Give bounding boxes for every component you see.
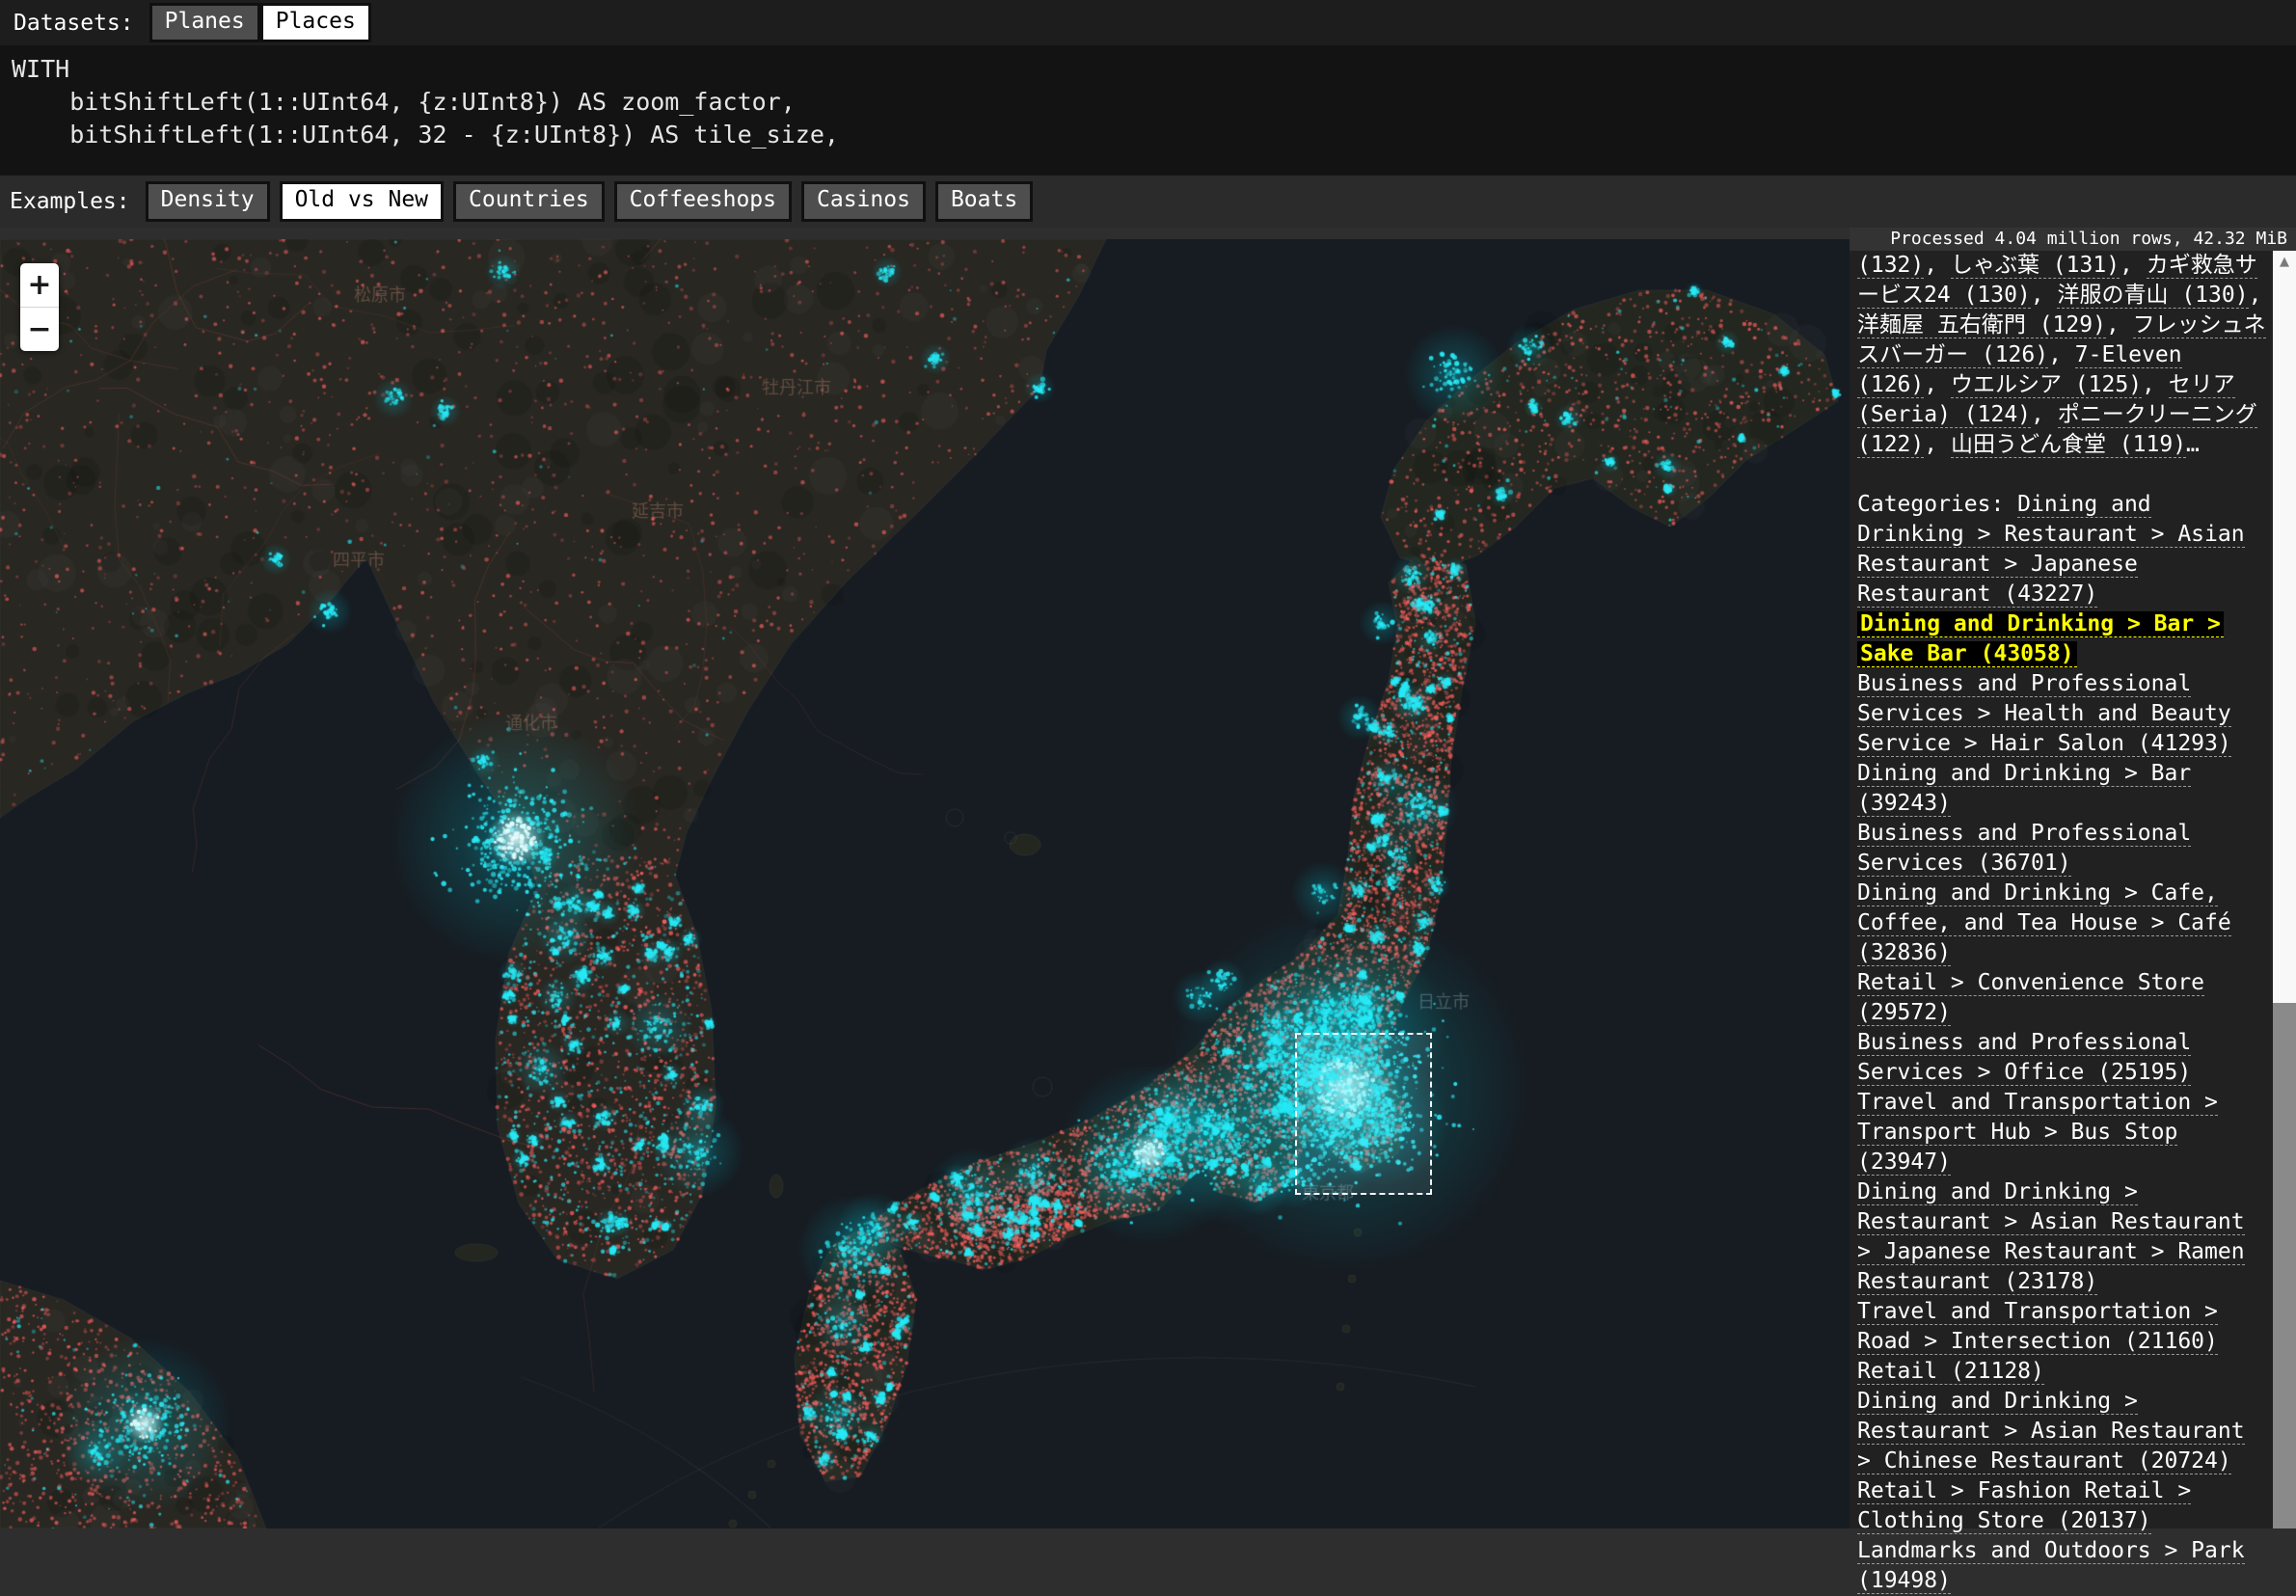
map-container[interactable]: + − <box>0 228 1850 1528</box>
categories-label: Categories: <box>1857 492 2017 517</box>
top-name-link[interactable]: 山田うどん食堂 (119) <box>1951 432 2186 458</box>
results-panel: Processed 4.04 million rows, 42.32 MiB (… <box>1850 228 2296 1528</box>
category-link[interactable]: Dining and Drinking > Bar (39243) <box>1857 761 2191 817</box>
zoom-in-button[interactable]: + <box>20 263 59 307</box>
category-link[interactable]: Landmarks and Outdoors > Park (19498) <box>1857 1538 2245 1594</box>
top-name-link[interactable]: ウエルシア (125) <box>1951 372 2142 398</box>
dataset-button-planes[interactable]: Planes <box>149 3 260 43</box>
top-name-link[interactable]: しゃぶ葉 (131) <box>1951 253 2120 279</box>
content-region: + − Processed 4.04 million rows, 42.32 M… <box>0 228 2296 1528</box>
category-link[interactable]: Travel and Transportation > Transport Hu… <box>1857 1090 2218 1176</box>
example-button-casinos[interactable]: Casinos <box>801 181 926 222</box>
zoom-out-button[interactable]: − <box>20 308 59 351</box>
example-button-countries[interactable]: Countries <box>453 181 605 222</box>
example-button-density[interactable]: Density <box>146 181 270 222</box>
top-name-link[interactable]: (132) <box>1857 253 1924 279</box>
category-link-highlighted[interactable]: Dining and Drinking > Bar > Sake Bar (43… <box>1857 611 2224 667</box>
category-link[interactable]: Travel and Transportation > Road > Inter… <box>1857 1299 2218 1355</box>
examples-buttons: DensityOld vs NewCountriesCoffeeshopsCas… <box>146 181 1043 222</box>
category-link[interactable]: Business and Professional Services (3670… <box>1857 821 2191 877</box>
scroll-up-arrow[interactable]: ▲ <box>2273 251 2296 272</box>
scrollbar-thumb[interactable] <box>2273 1003 2296 1528</box>
category-link[interactable]: Retail (21128) <box>1857 1359 2044 1385</box>
top-names-paragraph: (132), しゃぶ葉 (131), カギ救急サービス24 (130), 洋服の… <box>1857 251 2266 460</box>
category-link[interactable]: Dining and Drinking > Restaurant > Asian… <box>1857 1389 2245 1474</box>
sql-editor[interactable]: WITH bitShiftLeft(1::UInt64, {z:UInt8}) … <box>0 45 2296 176</box>
top-name-link[interactable]: 洋服の青山 (130) <box>2057 283 2248 309</box>
category-link[interactable]: Dining and Drinking > Cafe, Coffee, and … <box>1857 880 2231 966</box>
results-text: (132), しゃぶ葉 (131), カギ救急サービス24 (130), 洋服の… <box>1857 251 2266 1596</box>
categories-paragraph: Categories: Dining and Drinking > Restau… <box>1857 490 2266 1596</box>
example-button-coffeeshops[interactable]: Coffeeshops <box>614 181 792 222</box>
category-link[interactable]: Retail > Convenience Store (29572) <box>1857 970 2204 1026</box>
panel-scrollbar[interactable]: ▲ <box>2273 251 2296 1528</box>
datasets-bar: Datasets: PlanesPlaces <box>0 0 2296 45</box>
map-zoom-control: + − <box>20 263 59 351</box>
category-link[interactable]: Business and Professional Services > Off… <box>1857 1030 2191 1086</box>
map-canvas[interactable] <box>0 239 1850 1528</box>
top-name-link[interactable]: 洋麺屋 五右衛門 (129) <box>1857 312 2106 338</box>
examples-bar: Examples: DensityOld vs NewCountriesCoff… <box>0 176 2296 228</box>
sql-code: WITH bitShiftLeft(1::UInt64, {z:UInt8}) … <box>0 45 2296 151</box>
datasets-label: Datasets: <box>14 11 134 36</box>
category-link[interactable]: Dining and Drinking > Restaurant > Asian… <box>1857 1179 2245 1295</box>
examples-label: Examples: <box>10 189 130 214</box>
example-button-old-vs-new[interactable]: Old vs New <box>280 181 444 222</box>
query-status: Processed 4.04 million rows, 42.32 MiB <box>1850 228 2296 251</box>
example-button-boats[interactable]: Boats <box>935 181 1033 222</box>
datasets-buttons: PlanesPlaces <box>149 3 371 43</box>
names-ellipsis: … <box>2186 432 2200 457</box>
category-link[interactable]: Business and Professional Services > Hea… <box>1857 671 2231 757</box>
tile-selection-box[interactable] <box>1295 1033 1432 1195</box>
dataset-button-places[interactable]: Places <box>260 3 371 43</box>
category-link[interactable]: Retail > Fashion Retail > Clothing Store… <box>1857 1478 2191 1534</box>
